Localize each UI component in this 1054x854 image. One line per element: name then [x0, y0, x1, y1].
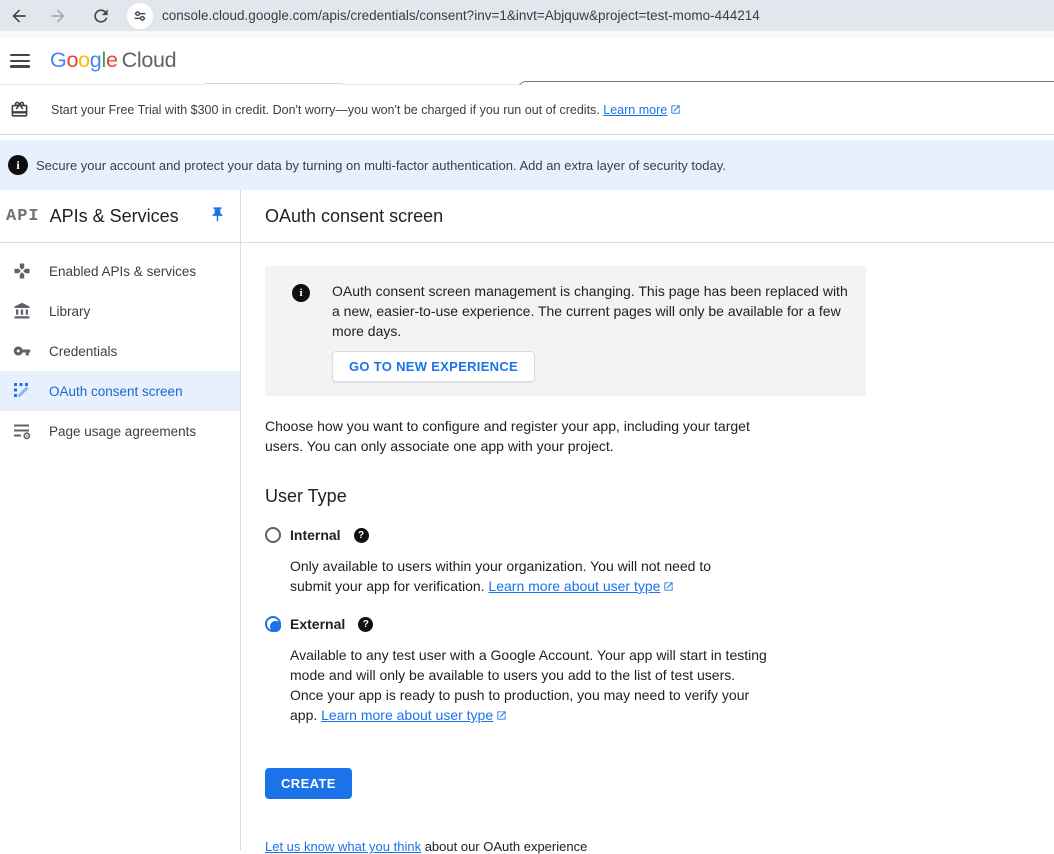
info-icon: i: [8, 155, 28, 175]
app-header: GoogleCloud test-momo: [0, 38, 1054, 85]
help-icon[interactable]: ?: [358, 617, 373, 632]
enabled-apis-icon: [13, 262, 31, 280]
back-icon[interactable]: [9, 6, 29, 26]
sidebar-header: API APIs & Services: [0, 190, 240, 243]
feedback-line: Let us know what you think about our OAu…: [265, 839, 1054, 854]
feedback-link[interactable]: Let us know what you think: [265, 839, 421, 854]
mfa-banner-text: Secure your account and protect your dat…: [36, 158, 726, 173]
learn-more-user-type-link[interactable]: Learn more about user type: [488, 578, 660, 594]
gift-icon: [10, 100, 29, 119]
help-icon[interactable]: ?: [354, 528, 369, 543]
deprecation-notice: i OAuth consent screen management is cha…: [265, 266, 866, 396]
browser-toolbar: console.cloud.google.com/apis/credential…: [0, 0, 1054, 31]
free-trial-banner: Start your Free Trial with $300 in credi…: [0, 85, 1054, 135]
radio-internal-label: Internal: [290, 527, 341, 543]
forward-icon[interactable]: [48, 6, 68, 26]
user-type-option-internal: Internal ?: [265, 527, 1054, 543]
learn-more-user-type-link[interactable]: Learn more about user type: [321, 707, 493, 723]
chrome-edge: [0, 31, 1054, 38]
reload-icon[interactable]: [91, 6, 111, 26]
library-icon: [13, 302, 31, 320]
user-type-heading: User Type: [265, 486, 1054, 507]
sidebar-nav: Enabled APIs & services Library Credenti…: [0, 243, 240, 451]
radio-external[interactable]: [265, 616, 281, 632]
intro-text: Choose how you want to configure and reg…: [265, 416, 757, 456]
radio-external-label: External: [290, 616, 345, 632]
external-link-icon: [496, 710, 507, 721]
sidebar: API APIs & Services Enabled APIs & servi…: [0, 190, 241, 850]
page-header: OAuth consent screen: [241, 190, 1054, 243]
user-type-option-external: External ?: [265, 616, 1054, 632]
site-settings-icon[interactable]: [127, 3, 153, 29]
sidebar-title: APIs & Services: [50, 206, 179, 227]
sidebar-item-credentials[interactable]: Credentials: [0, 331, 240, 371]
go-to-new-experience-button[interactable]: GO TO NEW EXPERIENCE: [332, 351, 535, 382]
main-content: OAuth consent screen i OAuth consent scr…: [241, 190, 1054, 850]
url-bar[interactable]: console.cloud.google.com/apis/credential…: [162, 8, 760, 23]
sidebar-item-enabled-apis[interactable]: Enabled APIs & services: [0, 251, 240, 291]
free-trial-text: Start your Free Trial with $300 in credi…: [51, 103, 681, 117]
external-link-icon: [670, 104, 681, 115]
feedback-text: about our OAuth experience: [421, 839, 587, 854]
pin-icon[interactable]: [209, 206, 226, 223]
radio-internal[interactable]: [265, 527, 281, 543]
info-icon: i: [292, 284, 310, 302]
create-button[interactable]: CREATE: [265, 768, 352, 799]
oauth-consent-icon: [13, 382, 31, 400]
external-description: Available to any test user with a Google…: [290, 645, 768, 725]
api-product-logo: API: [6, 207, 40, 226]
menu-icon[interactable]: [10, 52, 30, 70]
sidebar-item-oauth-consent-screen[interactable]: OAuth consent screen: [0, 371, 240, 411]
key-icon: [13, 342, 31, 360]
page-title: OAuth consent screen: [265, 206, 443, 227]
learn-more-link[interactable]: Learn more: [603, 103, 667, 117]
mfa-banner: i Secure your account and protect your d…: [0, 140, 1054, 190]
sidebar-item-page-usage-agreements[interactable]: Page usage agreements: [0, 411, 240, 451]
sidebar-item-library[interactable]: Library: [0, 291, 240, 331]
external-link-icon: [663, 581, 674, 592]
internal-description: Only available to users within your orga…: [290, 556, 750, 596]
google-cloud-logo[interactable]: GoogleCloud: [50, 48, 176, 73]
agreements-icon: [13, 422, 31, 440]
notice-text: OAuth consent screen management is chang…: [332, 281, 850, 341]
